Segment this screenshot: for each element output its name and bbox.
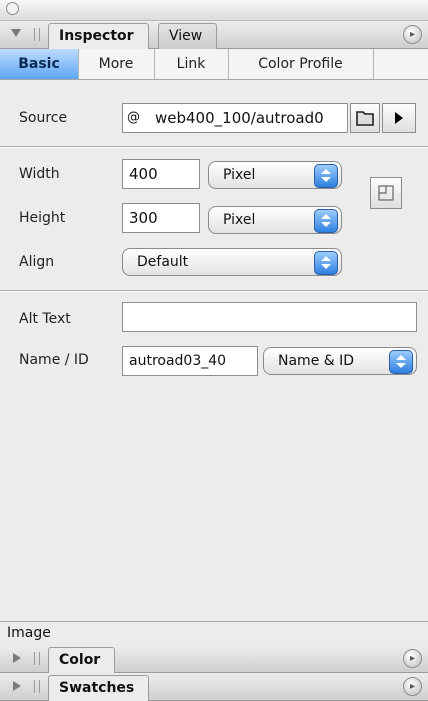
palette-options-menu-icon[interactable]: ▸ xyxy=(403,677,422,696)
section-divider-highlight xyxy=(0,147,428,148)
select-arrows-icon xyxy=(314,251,338,275)
at-symbol-icon: @ xyxy=(127,110,140,125)
width-unit-select[interactable]: Pixel xyxy=(208,161,342,189)
align-select[interactable]: Default xyxy=(122,248,342,276)
browse-folder-button[interactable] xyxy=(350,103,380,133)
inspector-subtabs: Basic More Link Color Profile xyxy=(0,49,428,80)
alt-text-input[interactable] xyxy=(122,302,417,332)
select-arrows-icon xyxy=(314,164,338,188)
status-object-type: Image xyxy=(7,625,51,641)
constrain-icon xyxy=(378,185,394,201)
source-label: Source xyxy=(19,110,68,126)
tab-view-label: View xyxy=(169,28,203,44)
tab-color[interactable]: Color xyxy=(48,647,116,673)
align-value: Default xyxy=(137,254,189,270)
tab-swatches-label: Swatches xyxy=(59,680,135,696)
source-path-text: web400_100/autroad0 xyxy=(155,109,324,127)
expand-triangle-icon[interactable] xyxy=(13,681,21,691)
subtab-link[interactable]: Link xyxy=(154,49,229,79)
alt-text-label: Alt Text xyxy=(19,311,71,327)
height-unit-select[interactable]: Pixel xyxy=(208,206,342,234)
inspector-palette-header: Inspector View ▸ xyxy=(0,21,428,49)
subtab-more[interactable]: More xyxy=(78,49,155,79)
drag-grip-icon[interactable] xyxy=(34,652,40,665)
drag-grip-icon[interactable] xyxy=(34,28,40,41)
tab-inspector[interactable]: Inspector xyxy=(48,23,149,49)
collapse-triangle-icon[interactable] xyxy=(11,29,21,37)
tab-color-label: Color xyxy=(59,652,101,668)
select-arrows-icon xyxy=(389,350,413,374)
palette-options-menu-icon[interactable]: ▸ xyxy=(403,649,422,668)
select-arrows-icon xyxy=(314,209,338,233)
close-window-button[interactable] xyxy=(6,2,19,15)
width-label: Width xyxy=(19,166,60,182)
width-unit-value: Pixel xyxy=(223,167,256,183)
subtab-basic[interactable]: Basic xyxy=(0,49,79,79)
width-input[interactable]: 400 xyxy=(122,159,200,189)
name-id-input[interactable]: autroad03_40 xyxy=(122,346,258,376)
palette-window-titlebar xyxy=(0,0,428,21)
align-label: Align xyxy=(19,254,55,270)
tab-swatches[interactable]: Swatches xyxy=(48,675,150,701)
height-unit-value: Pixel xyxy=(223,212,256,228)
tab-inspector-label: Inspector xyxy=(59,28,134,44)
expand-triangle-icon[interactable] xyxy=(13,653,21,663)
point-to-file-button[interactable] xyxy=(382,103,416,133)
name-id-mode-value: Name & ID xyxy=(278,353,355,369)
palette-options-menu-icon[interactable]: ▸ xyxy=(403,25,422,44)
tab-view[interactable]: View xyxy=(158,23,218,49)
folder-icon xyxy=(356,111,374,126)
source-field[interactable]: @ web400_100/autroad0 xyxy=(122,103,348,133)
constrain-proportions-button[interactable] xyxy=(370,177,402,209)
name-id-mode-select[interactable]: Name & ID xyxy=(263,347,417,375)
swatches-palette-header: Swatches ▸ xyxy=(0,673,428,701)
height-input[interactable]: 300 xyxy=(122,203,200,233)
height-label: Height xyxy=(19,210,66,226)
drag-grip-icon[interactable] xyxy=(34,680,40,693)
name-id-label: Name / ID xyxy=(19,352,89,368)
color-palette-header: Color ▸ xyxy=(0,645,428,673)
play-arrow-icon xyxy=(395,112,403,124)
inspector-status-bar: Image xyxy=(0,621,428,644)
subtab-color-profile[interactable]: Color Profile xyxy=(228,49,374,79)
section-divider-highlight xyxy=(0,291,428,292)
